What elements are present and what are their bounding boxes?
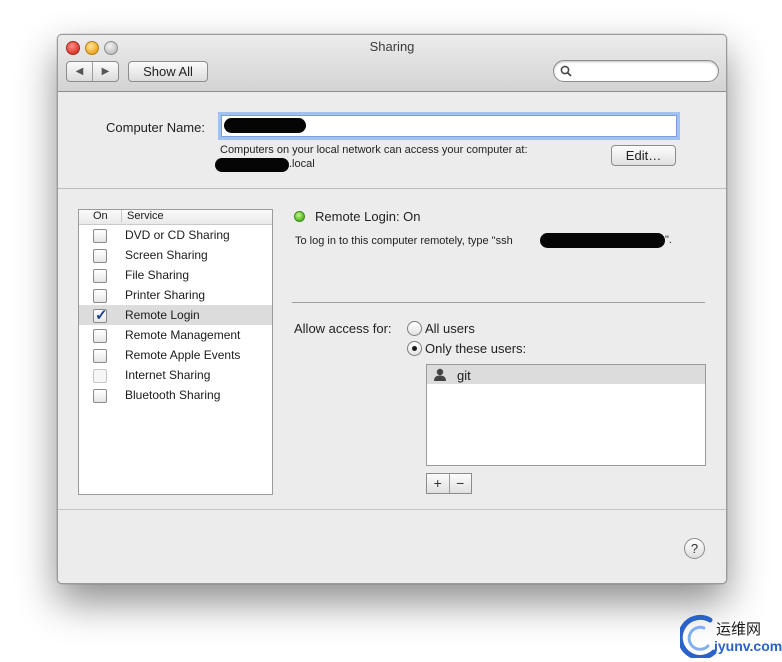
status-label: Remote Login: On bbox=[315, 209, 421, 224]
computer-name-field[interactable] bbox=[221, 115, 677, 137]
service-label: Screen Sharing bbox=[125, 248, 208, 262]
network-message: Computers on your local network can acce… bbox=[220, 144, 528, 156]
service-row[interactable]: Printer Sharing bbox=[79, 285, 272, 305]
service-checkbox[interactable] bbox=[93, 349, 107, 363]
divider bbox=[292, 302, 705, 303]
service-row[interactable]: ✓ Remote Login bbox=[79, 305, 272, 325]
service-checkbox[interactable]: ✓ bbox=[93, 307, 108, 324]
ssh-instructions-suffix: ". bbox=[665, 234, 672, 246]
service-row[interactable]: DVD or CD Sharing bbox=[79, 225, 272, 245]
all-users-label[interactable]: All users bbox=[425, 321, 475, 336]
only-these-users-radio[interactable] bbox=[407, 341, 422, 356]
computer-name-section: Computer Name: Computers on your local n… bbox=[58, 92, 726, 189]
redaction-mark bbox=[540, 233, 665, 248]
local-hostname-suffix: .local bbox=[289, 158, 315, 170]
titlebar: Sharing ◀ ▶ Show All bbox=[58, 35, 726, 92]
service-label: Remote Management bbox=[125, 328, 241, 342]
service-label: Printer Sharing bbox=[125, 288, 206, 302]
edit-button[interactable]: Edit… bbox=[611, 145, 676, 166]
service-label: Remote Login bbox=[125, 308, 200, 322]
service-row[interactable]: Bluetooth Sharing bbox=[79, 385, 272, 405]
service-row[interactable]: File Sharing bbox=[79, 265, 272, 285]
computer-name-label: Computer Name: bbox=[106, 120, 205, 135]
watermark-chinese: 运维网 bbox=[716, 621, 762, 638]
remove-user-button[interactable]: − bbox=[450, 474, 472, 493]
back-forward-control: ◀ ▶ bbox=[66, 61, 119, 82]
only-these-users-label[interactable]: Only these users: bbox=[425, 341, 526, 356]
service-checkbox[interactable] bbox=[93, 389, 107, 403]
service-label: Bluetooth Sharing bbox=[125, 388, 221, 402]
user-row[interactable]: git bbox=[427, 365, 705, 384]
add-remove-control: + − bbox=[426, 473, 472, 494]
service-row[interactable]: Remote Apple Events bbox=[79, 345, 272, 365]
column-header-service[interactable]: Service bbox=[121, 210, 164, 222]
user-icon bbox=[434, 368, 446, 381]
ssh-instructions: To log in to this computer remotely, typ… bbox=[295, 235, 513, 247]
add-user-button[interactable]: + bbox=[427, 474, 450, 493]
back-arrow-icon[interactable]: ◀ bbox=[67, 62, 93, 81]
service-row[interactable]: Internet Sharing bbox=[79, 365, 272, 385]
service-checkbox bbox=[93, 369, 107, 383]
watermark-domain: iyunv.com bbox=[714, 638, 782, 654]
service-checkbox[interactable] bbox=[93, 229, 107, 243]
search-icon bbox=[560, 65, 572, 77]
service-label: File Sharing bbox=[125, 268, 190, 282]
service-checkbox[interactable] bbox=[93, 289, 107, 303]
service-label: Remote Apple Events bbox=[125, 348, 241, 362]
status-indicator-icon bbox=[294, 211, 305, 222]
allow-access-label: Allow access for: bbox=[294, 321, 392, 336]
redaction-mark bbox=[224, 118, 306, 133]
help-button[interactable]: ? bbox=[684, 538, 705, 559]
allowed-users-list[interactable]: git bbox=[426, 364, 706, 466]
service-checkbox[interactable] bbox=[93, 249, 107, 263]
bottom-bar: ? bbox=[58, 509, 726, 583]
service-list: On Service DVD or CD Sharing Screen Shari… bbox=[78, 209, 273, 495]
all-users-radio[interactable] bbox=[407, 321, 422, 336]
service-row[interactable]: Remote Management bbox=[79, 325, 272, 345]
user-name: git bbox=[457, 368, 471, 383]
forward-arrow-icon[interactable]: ▶ bbox=[93, 62, 118, 81]
sharing-window: Sharing ◀ ▶ Show All Computer Name: Comp… bbox=[57, 34, 727, 584]
checkmark-icon: ✓ bbox=[95, 307, 108, 324]
service-checkbox[interactable] bbox=[93, 269, 107, 283]
service-row[interactable]: Screen Sharing bbox=[79, 245, 272, 265]
column-header-on[interactable]: On bbox=[93, 210, 108, 222]
redaction-mark bbox=[215, 158, 289, 172]
service-checkbox[interactable] bbox=[93, 329, 107, 343]
show-all-button[interactable]: Show All bbox=[128, 61, 208, 82]
ssh-instructions-prefix: To log in to this computer remotely, typ… bbox=[295, 235, 513, 247]
search-field[interactable] bbox=[553, 60, 719, 82]
service-list-header: On Service bbox=[79, 210, 272, 225]
service-label: DVD or CD Sharing bbox=[125, 228, 230, 242]
window-title: Sharing bbox=[369, 39, 415, 54]
service-label: Internet Sharing bbox=[125, 368, 211, 382]
